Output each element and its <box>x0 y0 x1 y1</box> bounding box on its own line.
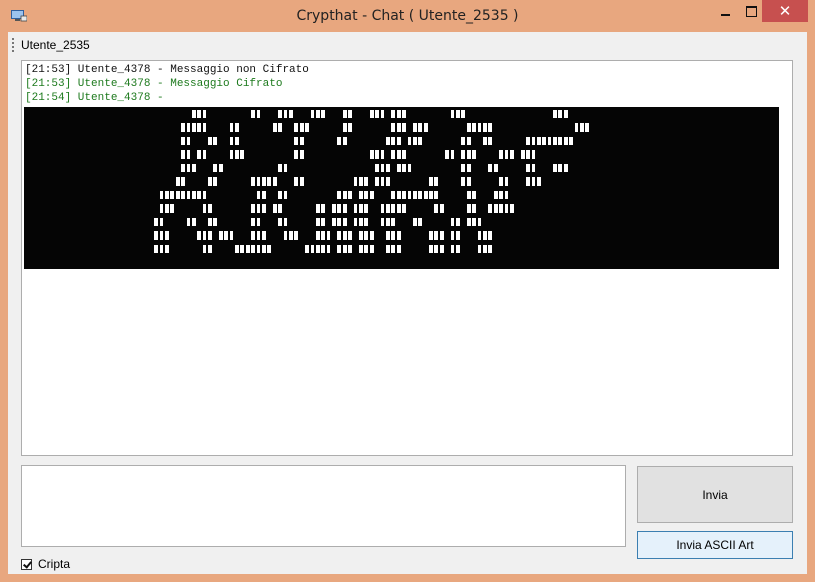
ascii-art-row <box>24 242 779 256</box>
ascii-art-row <box>24 255 779 269</box>
toolbar-grip-icon[interactable] <box>12 38 14 52</box>
send-button[interactable]: Invia <box>637 466 793 523</box>
maximize-button[interactable] <box>738 0 764 22</box>
ascii-art-row <box>24 107 779 121</box>
window-client: Utente_2535 [21:53] Utente_4378 - Messag… <box>8 32 807 574</box>
send-ascii-art-button[interactable]: Invia ASCII Art <box>637 531 793 559</box>
chat-log[interactable]: [21:53] Utente_4378 - Messaggio non Cifr… <box>21 60 793 456</box>
close-button[interactable]: ✕ <box>762 0 808 22</box>
title-bar: Crypthat - Chat ( Utente_2535 ) ✕ <box>0 0 815 32</box>
ascii-art-message <box>24 107 779 269</box>
message-input[interactable] <box>21 465 626 547</box>
ascii-art-row <box>24 134 779 148</box>
encrypt-checkbox[interactable] <box>21 558 32 570</box>
chat-message: [21:53] Utente_4378 - Messaggio Cifrato <box>25 78 283 90</box>
chat-message: [21:53] Utente_4378 - Messaggio non Cifr… <box>25 64 309 76</box>
minimize-icon <box>720 14 730 16</box>
encrypt-toggle[interactable]: Cripta <box>21 556 70 572</box>
ascii-art-row <box>24 215 779 229</box>
ascii-art-row <box>24 161 779 175</box>
close-icon: ✕ <box>778 1 792 20</box>
chat-message: [21:54] Utente_4378 - <box>25 92 171 104</box>
toolbar: Utente_2535 <box>8 34 807 55</box>
ascii-art-row <box>24 174 779 188</box>
maximize-icon <box>745 5 757 17</box>
ascii-art-row <box>24 228 779 242</box>
window-title: Crypthat - Chat ( Utente_2535 ) <box>296 8 519 24</box>
ascii-art-row <box>24 201 779 215</box>
encrypt-label: Cripta <box>38 557 71 571</box>
minimize-button[interactable] <box>712 0 738 22</box>
ascii-art-row <box>24 147 779 161</box>
ascii-art-row <box>24 120 779 134</box>
ascii-art-row <box>24 188 779 202</box>
current-user-label[interactable]: Utente_2535 <box>21 38 90 52</box>
chat-messages: [21:53] Utente_4378 - Messaggio non Cifr… <box>22 61 792 105</box>
